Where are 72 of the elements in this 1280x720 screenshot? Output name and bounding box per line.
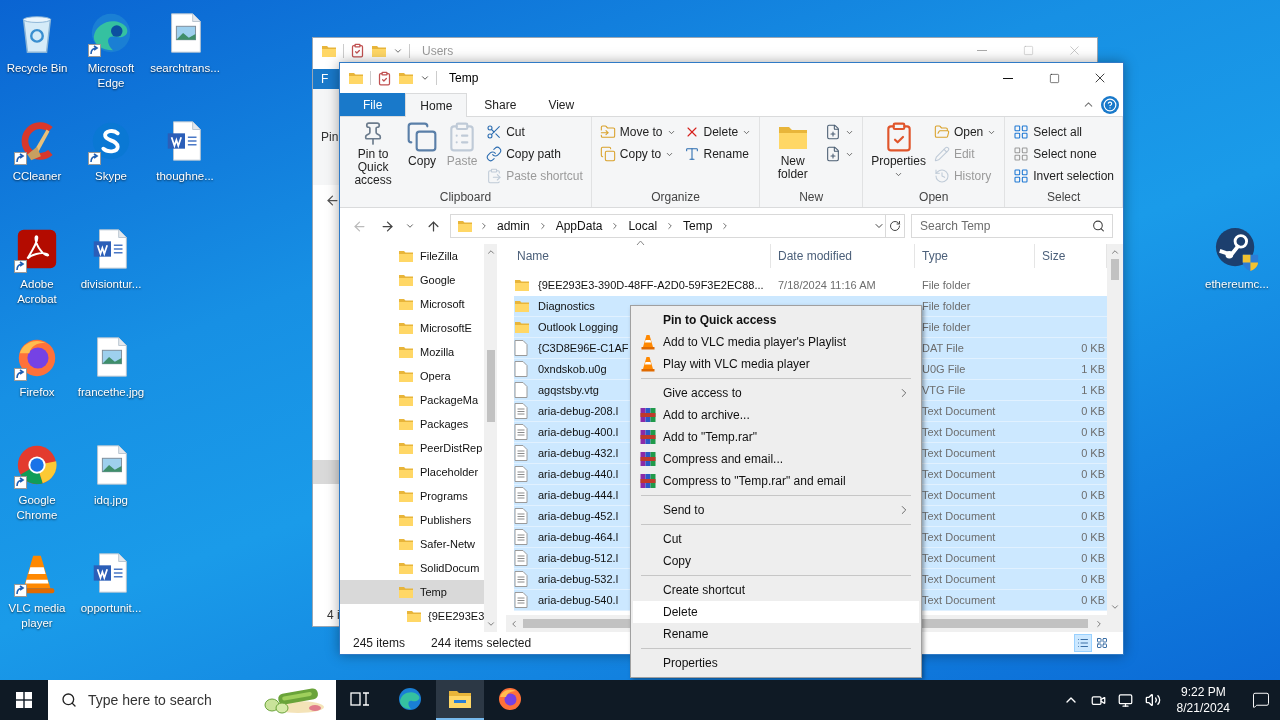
size-cell-text: 1 KB [1080, 363, 1106, 375]
size-cell-text: 0 KB [1080, 531, 1106, 543]
file-name: aria-debug-440.l [538, 468, 619, 480]
icon-label: CCleaner [12, 169, 62, 184]
type-cell-text: File folder [922, 279, 972, 291]
file-name: aria-debug-400.l [538, 426, 619, 438]
file-name: agqstsby.vtg [538, 384, 599, 396]
selection-count: 244 items selected [431, 636, 532, 650]
ribbon-group-label: Open [918, 189, 950, 206]
icon-label: searchtrans... [150, 61, 220, 76]
size-cell-text: 0 KB [1080, 594, 1106, 606]
file-name: aria-debug-464.l [538, 531, 619, 543]
type-cell-text: Text Document [922, 552, 997, 564]
file-name: aria-debug-532.l [538, 573, 619, 585]
file-name: Diagnostics [538, 300, 595, 312]
file-name: aria-debug-208.l [538, 405, 619, 417]
icon-label: Firefox [19, 385, 55, 400]
icon-label: opportunit... [80, 601, 142, 616]
file-name: {9EE293E3-390D-48FF-A2D0-59F3E2EC88... [538, 279, 764, 291]
file-name: 0xndskob.u0g [538, 363, 607, 375]
icon-label: Recycle Bin [6, 61, 68, 76]
type-cell-text: Text Document [922, 489, 997, 501]
size-cell-text: 0 KB [1080, 342, 1106, 354]
icon-label: Skype [95, 169, 127, 184]
window-title: Users [422, 43, 454, 58]
icon-label: idq.jpg [94, 493, 128, 508]
icon-label: Microsoft Edge [86, 61, 136, 91]
size-cell-text: 0 KB [1080, 552, 1106, 564]
icon-label: Adobe Acrobat [16, 277, 58, 307]
icon-label: VLC media player [7, 601, 67, 631]
icon-label: ethereumc... [1205, 277, 1269, 292]
type-cell-text: File folder [922, 321, 972, 333]
icon-label: divisiontur... [80, 277, 142, 292]
type-cell-text: VTG File [922, 384, 967, 396]
type-cell-text: Text Document [922, 594, 997, 606]
file-name: aria-debug-512.l [538, 552, 619, 564]
type-cell-text: U0G File [922, 363, 967, 375]
size-cell-text: 0 KB [1080, 573, 1106, 585]
ribbon-group-label: Select [1045, 189, 1082, 206]
type-cell-text: DAT File [922, 342, 965, 354]
icon-label: Google Chrome [15, 493, 59, 523]
icon-label: francethe.jpg [77, 385, 145, 400]
file-name: aria-debug-432.l [538, 447, 619, 459]
size-cell-text: 0 KB [1080, 426, 1106, 438]
size-cell-text: 1 KB [1080, 384, 1106, 396]
file-name: {C3D8E96E-C1AF [538, 342, 629, 354]
type-cell-text: Text Document [922, 510, 997, 522]
ribbon-label: Pin [321, 130, 339, 144]
ribbon-group-label: Clipboard [438, 189, 493, 206]
status-text: 4 i [327, 608, 340, 622]
icon-label: thoughne... [156, 169, 214, 184]
window-title: Temp [449, 71, 479, 85]
type-cell-text: Text Document [922, 447, 997, 459]
ribbon-group-label: Organize [650, 189, 701, 206]
size-cell-text: 0 KB [1080, 510, 1106, 522]
type-cell-text: Text Document [922, 531, 997, 543]
file-name: aria-debug-444.l [538, 489, 619, 501]
size-cell-text: 0 KB [1080, 405, 1106, 417]
size-cell-text: 0 KB [1080, 468, 1106, 480]
file-name: Outlook Logging [538, 321, 619, 333]
file-name: aria-debug-452.l [538, 510, 619, 522]
size-cell-text: 0 KB [1080, 447, 1106, 459]
type-cell-text: File folder [922, 300, 972, 312]
size-cell-text: 0 KB [1080, 489, 1106, 501]
type-cell-text: Text Document [922, 573, 997, 585]
file-name: aria-debug-540.l [538, 594, 619, 606]
type-cell-text: Text Document [922, 426, 997, 438]
date-cell-text: 7/18/2024 11:16 AM [778, 279, 877, 291]
type-cell-text: Text Document [922, 405, 997, 417]
item-count: 245 items [353, 636, 406, 650]
type-cell-text: Text Document [922, 468, 997, 480]
ribbon-group-label: New [798, 189, 825, 206]
